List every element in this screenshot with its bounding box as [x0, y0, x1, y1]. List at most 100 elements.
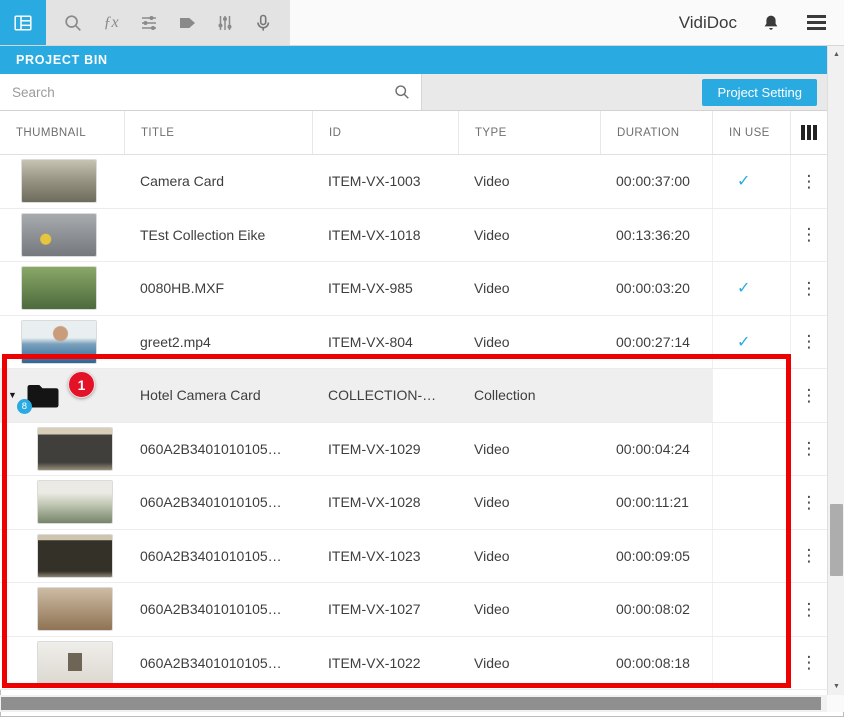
row-id: ITEM-VX-1029	[312, 423, 458, 476]
column-header-title[interactable]: TITLE	[124, 111, 312, 154]
thumbnail-cell	[0, 155, 124, 208]
row-duration: 00:00:27:14	[600, 316, 712, 369]
table-row[interactable]: Camera Card ITEM-VX-1003 Video 00:00:37:…	[0, 155, 827, 209]
row-menu-button[interactable]: ⋮	[794, 276, 825, 301]
thumbnail-cell	[0, 423, 124, 476]
layout-grid-button[interactable]	[0, 0, 46, 45]
scroll-up-icon[interactable]: ▲	[828, 46, 844, 63]
row-menu-button[interactable]: ⋮	[794, 650, 825, 675]
search-input[interactable]	[0, 74, 421, 110]
search-tool-button[interactable]	[54, 0, 92, 45]
row-id: ITEM-VX-1023	[312, 530, 458, 583]
top-toolbar: ƒx	[0, 0, 844, 46]
row-menu-button[interactable]: ⋮	[794, 436, 825, 461]
table-row-child[interactable]: 060A2B3401010105… ITEM-VX-1029 Video 00:…	[0, 423, 827, 477]
row-menu-button[interactable]: ⋮	[794, 490, 825, 515]
row-type: Video	[458, 530, 600, 583]
row-actions: ⋮	[790, 262, 827, 315]
row-menu-button[interactable]: ⋮	[794, 169, 825, 194]
in-use-check-icon: ✓	[737, 171, 750, 191]
row-title: 060A2B3401010105…	[124, 637, 312, 690]
tune-tool-button[interactable]	[130, 0, 168, 45]
effects-tool-button[interactable]: ƒx	[92, 0, 130, 45]
row-actions: ⋮	[790, 423, 827, 476]
row-type: Video	[458, 423, 600, 476]
row-type: Video	[458, 583, 600, 636]
row-id: COLLECTION-…	[312, 369, 458, 422]
row-menu-button[interactable]: ⋮	[794, 329, 825, 354]
row-in-use	[712, 369, 790, 422]
row-duration: 00:00:09:05	[600, 530, 712, 583]
table-header: THUMBNAIL TITLE ID TYPE DURATION IN USE	[0, 111, 827, 155]
row-type: Video	[458, 316, 600, 369]
label-tool-button[interactable]	[168, 0, 206, 45]
row-type: Video	[458, 637, 600, 690]
table-body: Camera Card ITEM-VX-1003 Video 00:00:37:…	[0, 155, 827, 690]
horizontal-scrollbar[interactable]	[0, 695, 827, 712]
row-duration: 00:00:04:24	[600, 423, 712, 476]
row-actions: ⋮	[790, 637, 827, 690]
row-in-use	[712, 476, 790, 529]
table-row[interactable]: 0080HB.MXF ITEM-VX-985 Video 00:00:03:20…	[0, 262, 827, 316]
row-title: 060A2B3401010105…	[124, 423, 312, 476]
column-header-type[interactable]: TYPE	[458, 111, 600, 154]
row-in-use: ✓	[712, 155, 790, 208]
row-title: 0080HB.MXF	[124, 262, 312, 315]
row-title: Camera Card	[124, 155, 312, 208]
video-thumbnail	[22, 160, 96, 202]
video-thumbnail	[22, 321, 96, 363]
column-chooser-cell	[790, 111, 827, 154]
in-use-check-icon: ✓	[737, 278, 750, 298]
row-title: 060A2B3401010105…	[124, 476, 312, 529]
row-menu-button[interactable]: ⋮	[794, 383, 825, 408]
table-row[interactable]: greet2.mp4 ITEM-VX-804 Video 00:00:27:14…	[0, 316, 827, 370]
table-row[interactable]: TEst Collection Eike ITEM-VX-1018 Video …	[0, 209, 827, 263]
row-in-use	[712, 583, 790, 636]
row-type: Video	[458, 209, 600, 262]
row-menu-button[interactable]: ⋮	[794, 597, 825, 622]
row-id: ITEM-VX-1018	[312, 209, 458, 262]
row-duration: 00:13:36:20	[600, 209, 712, 262]
row-in-use	[712, 530, 790, 583]
collection-count-badge: 8	[17, 399, 32, 414]
row-type: Video	[458, 262, 600, 315]
row-duration: 00:00:03:20	[600, 262, 712, 315]
equalizer-tool-button[interactable]	[206, 0, 244, 45]
table-row-child[interactable]: 060A2B3401010105… ITEM-VX-1028 Video 00:…	[0, 476, 827, 530]
menu-button[interactable]	[805, 13, 828, 32]
row-menu-button[interactable]: ⋮	[794, 543, 825, 568]
column-header-in-use[interactable]: IN USE	[712, 111, 790, 154]
tool-strip: ƒx	[46, 0, 290, 45]
collapse-arrow-icon[interactable]: ▼	[6, 388, 19, 402]
tag-icon	[177, 13, 197, 33]
row-menu-button[interactable]: ⋮	[794, 222, 825, 247]
row-actions: ⋮	[790, 476, 827, 529]
thumbnail-cell	[0, 530, 124, 583]
vertical-scrollbar-thumb[interactable]	[830, 504, 843, 576]
column-header-thumbnail[interactable]: THUMBNAIL	[0, 111, 124, 154]
menu-icon	[807, 15, 826, 18]
video-thumbnail	[22, 267, 96, 309]
project-bin-header: PROJECT BIN	[0, 46, 827, 74]
table-row-child[interactable]: 060A2B3401010105… ITEM-VX-1022 Video 00:…	[0, 637, 827, 691]
column-header-id[interactable]: ID	[312, 111, 458, 154]
row-duration	[600, 369, 712, 422]
row-actions: ⋮	[790, 583, 827, 636]
collection-cell: ▼ 8	[0, 369, 124, 422]
row-actions: ⋮	[790, 209, 827, 262]
microphone-icon	[253, 13, 273, 33]
vertical-scrollbar[interactable]: ▲ ▼	[827, 46, 844, 695]
microphone-tool-button[interactable]	[244, 0, 282, 45]
notifications-button[interactable]	[759, 11, 783, 35]
columns-icon[interactable]	[797, 121, 821, 144]
horizontal-scrollbar-thumb[interactable]	[1, 697, 821, 710]
scroll-down-icon[interactable]: ▼	[828, 678, 844, 695]
table-row-child[interactable]: 060A2B3401010105… ITEM-VX-1023 Video 00:…	[0, 530, 827, 584]
row-in-use: ✓	[712, 316, 790, 369]
row-id: ITEM-VX-1028	[312, 476, 458, 529]
table-row-collection[interactable]: ▼ 8 Hotel Camera Card COLLECTION-… Colle…	[0, 369, 827, 423]
project-setting-button[interactable]: Project Setting	[702, 79, 817, 106]
table-row-child[interactable]: 060A2B3401010105… ITEM-VX-1027 Video 00:…	[0, 583, 827, 637]
column-header-duration[interactable]: DURATION	[600, 111, 712, 154]
scrollbar-corner	[827, 695, 844, 712]
